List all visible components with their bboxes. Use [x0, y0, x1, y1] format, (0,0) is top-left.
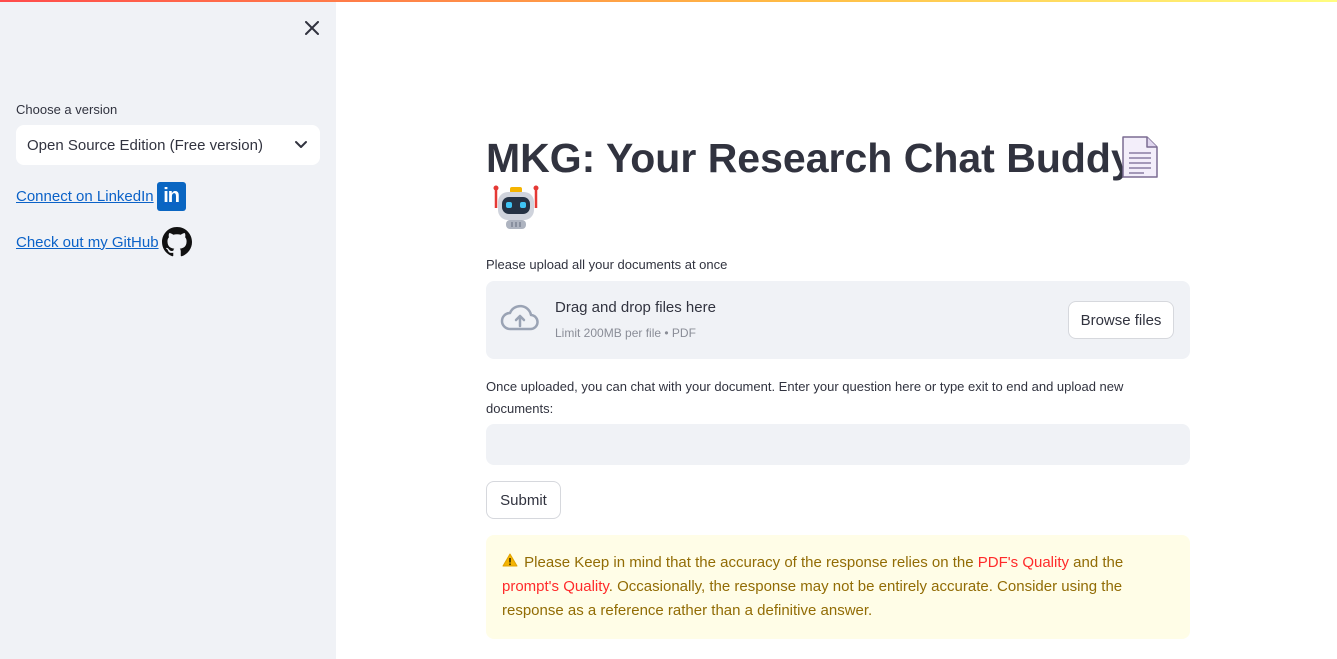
close-icon	[305, 21, 319, 35]
cloud-upload-icon	[500, 304, 539, 331]
linkedin-icon: in	[156, 182, 186, 211]
warning-alert: Please Keep in mind that the accuracy of…	[486, 535, 1190, 639]
close-sidebar-button[interactable]	[300, 16, 324, 40]
warning-icon	[502, 551, 520, 575]
dropzone-subtitle: Limit 200MB per file • PDF	[555, 326, 696, 340]
github-link-text: Check out my GitHub	[16, 233, 159, 251]
chevron-down-icon	[295, 141, 307, 148]
submit-button[interactable]: Submit	[486, 481, 561, 519]
question-label: Once uploaded, you can chat with your do…	[486, 379, 1124, 416]
warning-text-2: and the	[1069, 554, 1124, 571]
linkedin-link[interactable]: Connect on LinkedIn in	[16, 182, 186, 211]
version-label: Choose a version	[16, 102, 118, 117]
github-link[interactable]: Check out my GitHub	[16, 227, 192, 257]
version-select-value: Open Source Edition (Free version)	[27, 136, 263, 154]
robot-icon	[493, 185, 539, 229]
page-title: MKG: Your Research Chat Buddy	[486, 135, 1134, 181]
browse-files-button[interactable]: Browse files	[1068, 301, 1174, 339]
upload-label: Please upload all your documents at once	[486, 257, 728, 272]
question-input[interactable]	[486, 424, 1190, 465]
page-icon	[1122, 136, 1158, 178]
github-icon	[161, 227, 192, 257]
warning-highlight-pdf: PDF's Quality	[977, 554, 1069, 571]
version-select[interactable]: Open Source Edition (Free version)	[16, 125, 320, 165]
sidebar: Choose a version Open Source Edition (Fr…	[0, 2, 336, 659]
dropzone-title: Drag and drop files here	[555, 299, 716, 316]
linkedin-link-text: Connect on LinkedIn	[16, 188, 154, 205]
warning-highlight-prompt: prompt's Quality	[502, 578, 609, 595]
warning-text-1: Please Keep in mind that the accuracy of…	[524, 554, 978, 571]
